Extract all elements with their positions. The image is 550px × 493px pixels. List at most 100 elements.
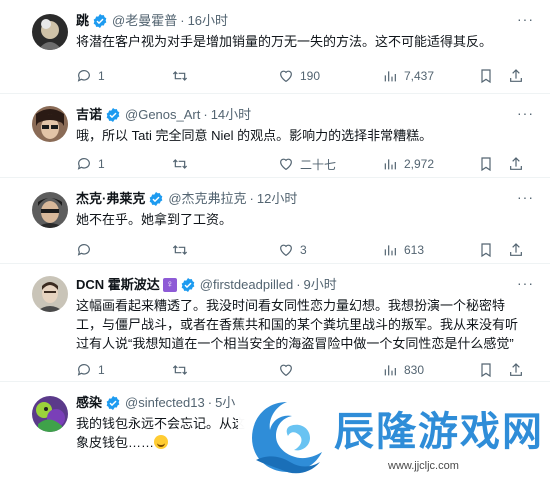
more-options-icon[interactable]: ··· bbox=[517, 276, 534, 290]
views-button[interactable]: 7,437 bbox=[382, 68, 478, 84]
reply-icon bbox=[77, 70, 90, 82]
verified-badge-icon bbox=[181, 278, 195, 292]
display-name[interactable]: DCN 霍斯波达 bbox=[76, 276, 160, 294]
separator: · bbox=[249, 191, 254, 206]
views-button[interactable]: 830 bbox=[382, 362, 478, 378]
share-icon bbox=[510, 363, 522, 376]
verified-badge-icon bbox=[150, 192, 163, 206]
retweet-icon bbox=[172, 71, 188, 81]
handle[interactable]: @老曼霍普 bbox=[112, 12, 177, 30]
grinning-emoji-icon bbox=[154, 435, 169, 449]
retweet-icon bbox=[172, 365, 188, 375]
tweet[interactable]: 跳 @老曼霍普 · 16小时 ··· 将潜在客户视为对手是增加销量的万无一失的方… bbox=[0, 0, 550, 94]
share-button[interactable] bbox=[508, 362, 524, 378]
timestamp[interactable]: 12小时 bbox=[257, 190, 297, 208]
share-icon bbox=[510, 243, 522, 256]
view-count: 7,437 bbox=[404, 69, 435, 83]
bookmark-button[interactable] bbox=[478, 156, 508, 172]
retweet-button[interactable] bbox=[172, 242, 278, 258]
analytics-icon bbox=[384, 159, 396, 170]
tweet[interactable]: 杰克·弗莱克 @杰克弗拉克 · 12小时 ··· 她不在乎。她拿到了工资。 3 bbox=[0, 178, 550, 264]
tweet-header: 跳 @老曼霍普 · 16小时 bbox=[76, 12, 536, 30]
handle[interactable]: @firstdeadpilled bbox=[200, 276, 293, 294]
timestamp[interactable]: 5小 bbox=[215, 394, 235, 412]
reply-icon bbox=[77, 244, 90, 256]
retweet-button[interactable] bbox=[172, 156, 278, 172]
heart-icon bbox=[280, 364, 292, 377]
like-button[interactable]: 3 bbox=[278, 242, 382, 258]
avatar[interactable] bbox=[32, 396, 68, 432]
verified-badge-icon bbox=[93, 14, 107, 28]
tweet-text: 哦，所以 Tati 完全同意 Niel 的观点。影响力的选择非常糟糕。 bbox=[76, 128, 433, 143]
like-button[interactable]: 二十七 bbox=[278, 156, 382, 173]
bookmark-icon bbox=[481, 157, 491, 172]
watermark-url: www.jjcljc.com bbox=[388, 460, 459, 472]
views-button[interactable]: 2,972 bbox=[382, 156, 478, 172]
avatar[interactable] bbox=[32, 192, 68, 228]
tweet-header: 杰克·弗莱克 @杰克弗拉克 · 12小时 bbox=[76, 190, 536, 208]
share-icon bbox=[510, 69, 522, 82]
display-name[interactable]: 吉诺 bbox=[76, 106, 102, 124]
more-options-icon[interactable]: ··· bbox=[517, 106, 534, 120]
verified-badge-icon bbox=[106, 108, 120, 122]
retweet-button[interactable] bbox=[172, 68, 278, 84]
emoji-badge-icon: ♀ bbox=[162, 278, 177, 292]
heart-icon bbox=[280, 70, 292, 83]
more-options-icon[interactable]: ··· bbox=[517, 12, 534, 26]
timestamp[interactable]: 16小时 bbox=[188, 12, 228, 30]
separator: · bbox=[203, 107, 208, 122]
avatar[interactable] bbox=[32, 106, 68, 142]
tweet-text-line-2: 象皮钱包…… bbox=[76, 435, 155, 450]
action-bar: 3 613 bbox=[76, 233, 536, 267]
reply-count: 1 bbox=[98, 157, 105, 171]
reply-button[interactable]: 1 bbox=[76, 68, 172, 84]
tweet-header: DCN 霍斯波达 ♀ @firstdeadpilled · 9小时 bbox=[76, 276, 536, 294]
tweet[interactable]: 吉诺 @Genos_Art · 14小时 ··· 哦，所以 Tati 完全同意 … bbox=[0, 94, 550, 178]
reply-button[interactable]: 1 bbox=[76, 156, 172, 172]
bookmark-button[interactable] bbox=[478, 68, 508, 84]
heart-icon bbox=[280, 158, 292, 171]
heart-icon bbox=[280, 244, 292, 257]
verified-badge-icon bbox=[106, 396, 120, 410]
view-count: 830 bbox=[404, 363, 425, 377]
action-bar: 1 二十七 2,972 bbox=[76, 147, 536, 181]
like-button[interactable] bbox=[278, 362, 382, 378]
handle[interactable]: @Genos_Art bbox=[125, 106, 200, 124]
avatar[interactable] bbox=[32, 276, 68, 312]
view-count: 2,972 bbox=[404, 157, 435, 171]
retweet-button[interactable] bbox=[172, 362, 278, 378]
timestamp[interactable]: 9小时 bbox=[304, 276, 337, 294]
action-bar: 1 190 7,437 bbox=[76, 59, 536, 93]
bookmark-button[interactable] bbox=[478, 242, 508, 258]
share-button[interactable] bbox=[508, 156, 524, 172]
analytics-icon bbox=[384, 71, 396, 82]
like-button[interactable]: 190 bbox=[278, 68, 382, 84]
more-options-icon[interactable]: ··· bbox=[517, 190, 534, 204]
watermark-logo bbox=[252, 402, 322, 474]
reply-button[interactable]: 1 bbox=[76, 362, 172, 378]
display-name[interactable]: 感染 bbox=[76, 394, 102, 412]
tweet-text: 这幅画看起来糟透了。我没时间看女同性恋力量幻想。我想扮演一个秘密特工，与僵尸战斗… bbox=[76, 298, 519, 351]
display-name[interactable]: 跳 bbox=[76, 12, 89, 30]
like-count: 3 bbox=[300, 243, 307, 257]
handle[interactable]: @杰克弗拉克 bbox=[168, 190, 246, 208]
separator: · bbox=[180, 13, 185, 28]
timestamp[interactable]: 14小时 bbox=[211, 106, 251, 124]
tweet[interactable]: DCN 霍斯波达 ♀ @firstdeadpilled · 9小时 ··· 这幅… bbox=[0, 264, 550, 382]
bookmark-button[interactable] bbox=[478, 362, 508, 378]
views-button[interactable]: 613 bbox=[382, 242, 478, 258]
like-count: 二十七 bbox=[300, 157, 337, 172]
separator: · bbox=[296, 277, 301, 292]
handle[interactable]: @sinfected13 bbox=[125, 394, 205, 412]
tweet-text: 她不在乎。她拿到了工资。 bbox=[76, 212, 233, 227]
share-icon bbox=[510, 157, 522, 170]
reply-icon bbox=[77, 364, 90, 376]
avatar[interactable] bbox=[32, 14, 68, 50]
retweet-icon bbox=[172, 245, 188, 255]
analytics-icon bbox=[384, 245, 396, 256]
bookmark-icon bbox=[481, 363, 491, 378]
share-button[interactable] bbox=[508, 242, 524, 258]
share-button[interactable] bbox=[508, 68, 524, 84]
reply-button[interactable] bbox=[76, 242, 172, 258]
display-name[interactable]: 杰克·弗莱克 bbox=[76, 190, 145, 208]
